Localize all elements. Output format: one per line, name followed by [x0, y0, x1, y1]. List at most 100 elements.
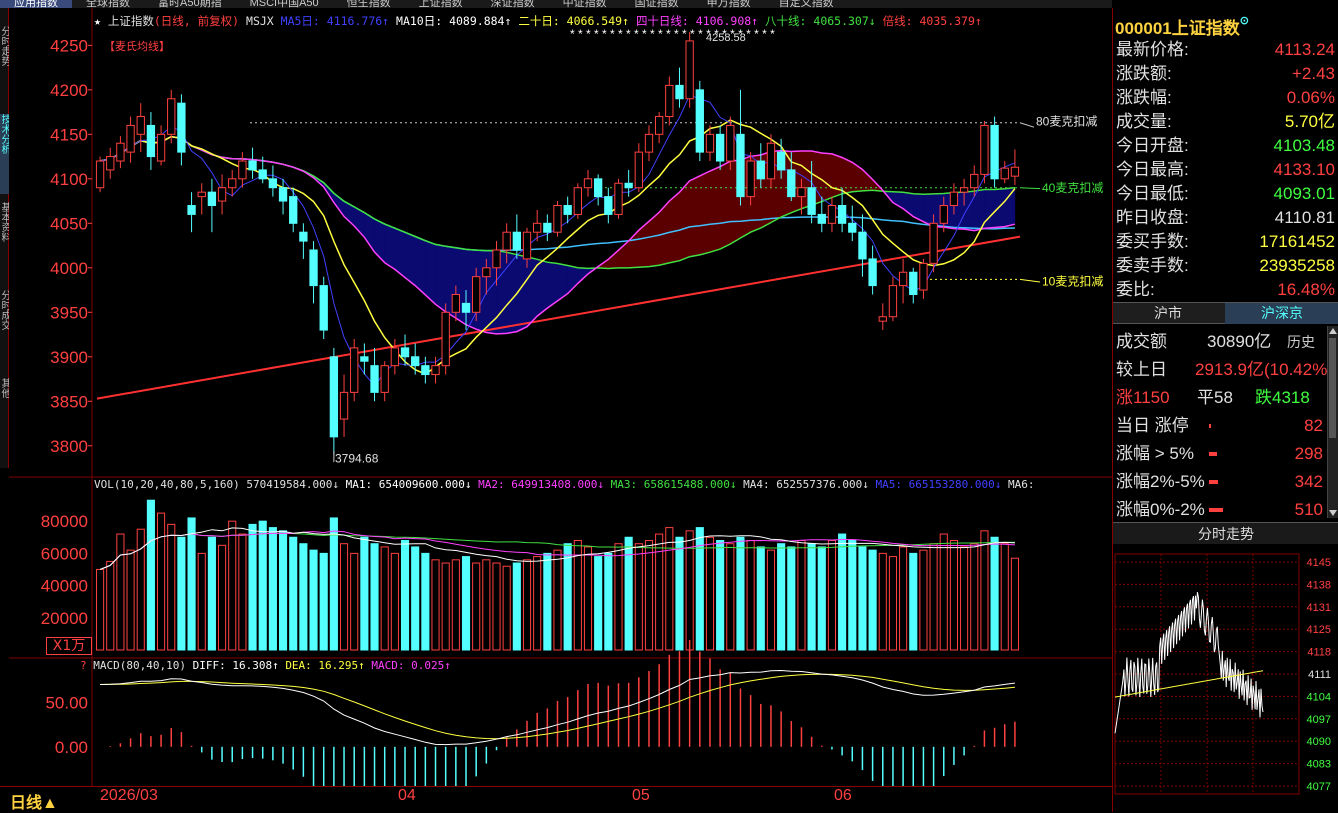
- vol-tick: 60000: [41, 544, 88, 563]
- vol-bar: [818, 547, 825, 650]
- info-icon[interactable]: ⊙: [1240, 15, 1249, 27]
- vol-ma6: MA6:: [1008, 478, 1035, 491]
- stats-scrollbar[interactable]: [1327, 326, 1338, 518]
- vol-bar: [381, 547, 388, 650]
- stock-code: 000001: [1115, 19, 1172, 38]
- top-tab-3[interactable]: MSCI中国A50: [236, 0, 333, 8]
- ma-cloud-segment: [608, 250, 618, 268]
- top-tab-bar: 应用指数全球指数富时A50期指MSCI中国A50恒生指数上证指数深证指数中证指数…: [0, 0, 1112, 8]
- star-icon[interactable]: ★: [94, 14, 101, 28]
- top-tab-2[interactable]: 富时A50期指: [144, 0, 236, 8]
- tab-sh[interactable]: 沪市: [1113, 303, 1223, 324]
- quote-label: 最新价格:: [1116, 38, 1189, 62]
- left-tab-1[interactable]: 技术分析: [0, 114, 9, 194]
- candle-body: [737, 134, 744, 196]
- ma-cloud-segment: [537, 259, 547, 316]
- vol-bar: [615, 544, 622, 650]
- scroll-thumb[interactable]: [1329, 338, 1336, 438]
- vol-tick: 20000: [41, 609, 88, 628]
- help-icon[interactable]: ?: [80, 659, 87, 672]
- vol-bar: [422, 553, 429, 650]
- candle-body: [1001, 168, 1008, 179]
- ma-cloud-segment: [995, 189, 1005, 228]
- vol-bar: [940, 534, 947, 650]
- vol-ma2: MA2: 649913408.000↓: [478, 478, 604, 491]
- candle-body: [859, 232, 866, 259]
- top-tab-1[interactable]: 全球指数: [72, 0, 144, 8]
- candle-body: [981, 125, 988, 174]
- top-tab-5[interactable]: 上证指数: [405, 0, 477, 8]
- scroll-down-icon[interactable]: [1329, 510, 1337, 516]
- candle-body: [107, 157, 114, 170]
- vol-bar: [1001, 544, 1008, 650]
- vol-bar: [981, 531, 988, 650]
- flat-count: 平58: [1197, 386, 1233, 410]
- left-tab-4[interactable]: 其他: [0, 378, 9, 458]
- vol-value: 570419584.000↓: [246, 478, 339, 491]
- candle-body: [910, 272, 917, 294]
- vol-bar: [219, 545, 226, 650]
- candle-body: [655, 117, 662, 135]
- candle-body: [493, 250, 500, 268]
- candle-body: [168, 99, 175, 135]
- top-tab-7[interactable]: 中证指数: [549, 0, 621, 8]
- vol-bar: [412, 547, 419, 650]
- candle-body: [310, 250, 317, 286]
- vol-bar: [168, 524, 175, 650]
- candle-body: [971, 174, 978, 187]
- k10-label: 10麦克扣减: [1042, 275, 1103, 289]
- candle-body: [747, 161, 754, 197]
- candle-body: [513, 232, 520, 250]
- candle-body: [147, 125, 154, 156]
- quote-label: 成交量:: [1116, 110, 1172, 134]
- vol-bar: [432, 560, 439, 650]
- candle-body: [300, 232, 307, 241]
- limit-bar: [1209, 424, 1211, 428]
- quote-panel: 000001上证指数⊙ 最新价格:4113.24涨跌额:+2.43涨跌幅:0.0…: [1112, 8, 1338, 812]
- candle-body: [269, 179, 276, 188]
- vol-bar: [635, 544, 642, 650]
- mini-chart-title[interactable]: 分时走势: [1113, 522, 1338, 544]
- top-tab-8[interactable]: 国证指数: [621, 0, 693, 8]
- top-tab-6[interactable]: 深证指数: [477, 0, 549, 8]
- top-tab-10[interactable]: 自定义指数: [765, 0, 848, 8]
- top-tab-0[interactable]: 应用指数: [0, 0, 72, 8]
- header-mode: (日线, 前复权): [154, 14, 239, 28]
- vol-bar: [391, 553, 398, 650]
- quote-row: 昨日收盘:4110.81: [1113, 206, 1338, 230]
- left-tab-2[interactable]: 基本资料: [0, 202, 9, 282]
- vol-bar: [259, 521, 266, 650]
- k40-leader: [1020, 188, 1040, 189]
- vol-bar: [584, 547, 591, 650]
- left-tab-0[interactable]: 分时走势: [0, 26, 9, 106]
- vol-bar: [351, 553, 358, 650]
- vol-bar: [574, 540, 581, 650]
- quote-row: 今日最高:4133.10: [1113, 158, 1338, 182]
- left-tab-3[interactable]: 分时成交: [0, 290, 9, 370]
- vol-bar: [971, 544, 978, 650]
- candle-body: [686, 41, 693, 99]
- history-button[interactable]: 历史: [1287, 330, 1315, 354]
- macd-dea: DEA: 16.295↑: [285, 659, 364, 672]
- vol-bar: [249, 524, 256, 650]
- macd-label: MACD(80,40,10): [93, 659, 186, 672]
- mini-intraday-chart: 4145413841314125411841114104409740904083…: [1113, 544, 1338, 812]
- top-tab-9[interactable]: 申万指数: [693, 0, 765, 8]
- mini-tick: 4125: [1307, 624, 1331, 636]
- price-tick: 4250: [50, 36, 88, 55]
- candle-body: [523, 232, 530, 259]
- vol-bar: [178, 537, 185, 650]
- period-selector[interactable]: 日线▲: [10, 789, 58, 813]
- tab-shsz[interactable]: 沪深京: [1225, 303, 1338, 324]
- low-label: 3794.68: [335, 452, 379, 466]
- candle-body: [391, 348, 398, 366]
- candle-body: [920, 263, 927, 290]
- top-tab-4[interactable]: 恒生指数: [333, 0, 405, 8]
- quote-value: 4133.10: [1274, 158, 1335, 182]
- quote-label: 委比:: [1116, 278, 1155, 302]
- chart-canvas: 4250420041504100405040003950390038503800…: [0, 0, 1112, 812]
- scroll-up-icon[interactable]: [1329, 328, 1337, 334]
- vol-bar: [808, 544, 815, 650]
- vol-bar: [879, 553, 886, 650]
- vol-bar: [544, 553, 551, 650]
